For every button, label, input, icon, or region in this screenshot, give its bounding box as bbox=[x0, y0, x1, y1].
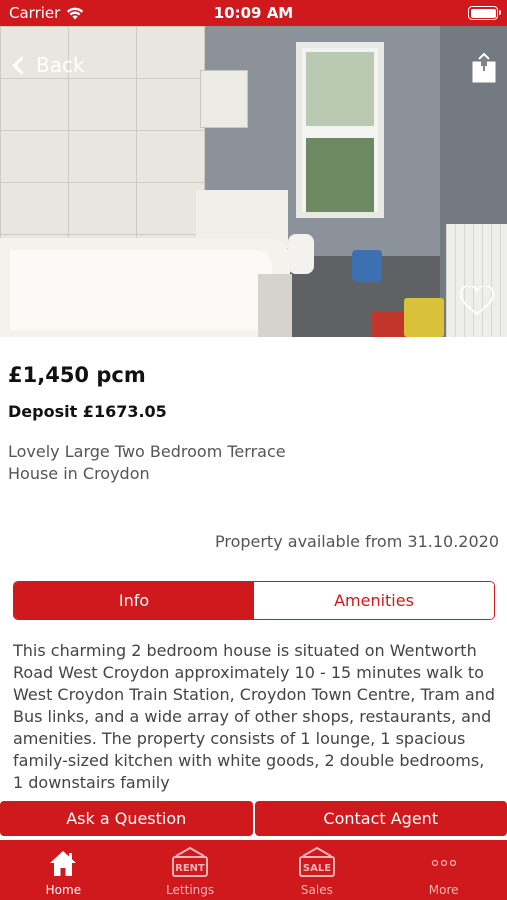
availability-date: Property available from 31.10.2020 bbox=[214, 532, 499, 551]
tab-lettings-label: Lettings bbox=[166, 883, 215, 897]
property-description: This charming 2 bedroom house is situate… bbox=[13, 641, 496, 792]
sale-sign-icon: SALE bbox=[298, 846, 335, 877]
tab-home-label: Home bbox=[45, 883, 82, 897]
home-icon bbox=[50, 851, 77, 876]
info-amenities-tabs: Info Amenities bbox=[13, 581, 495, 620]
ask-question-button[interactable]: Ask a Question bbox=[0, 801, 253, 836]
chevron-left-icon bbox=[12, 55, 31, 75]
back-button[interactable]: Back bbox=[10, 53, 85, 77]
tab-more-label: More bbox=[428, 883, 459, 897]
more-dots-icon bbox=[431, 859, 456, 867]
bottom-tab-bar: Home RENT Lettings SALE Sales More bbox=[0, 840, 507, 900]
deposit: Deposit £1673.05 bbox=[8, 402, 167, 421]
tab-amenities[interactable]: Amenities bbox=[254, 582, 494, 619]
share-icon[interactable] bbox=[471, 52, 497, 84]
tab-more[interactable]: More bbox=[380, 840, 507, 900]
tab-info[interactable]: Info bbox=[14, 582, 254, 619]
contact-agent-button[interactable]: Contact Agent bbox=[254, 801, 507, 836]
tab-sales[interactable]: SALE Sales bbox=[254, 840, 381, 900]
status-bar: Carrier 10:09 AM bbox=[0, 0, 507, 26]
price: £1,450 pcm bbox=[8, 363, 146, 387]
battery-icon bbox=[468, 6, 501, 20]
tab-sales-label: Sales bbox=[300, 883, 333, 897]
rent-sign-text: RENT bbox=[175, 863, 205, 874]
clock: 10:09 AM bbox=[213, 4, 294, 22]
sale-sign-text: SALE bbox=[303, 863, 331, 874]
tab-home[interactable]: Home bbox=[0, 840, 127, 900]
back-label: Back bbox=[36, 53, 85, 77]
rent-sign-icon: RENT bbox=[172, 846, 209, 877]
listing-title: Lovely Large Two Bedroom Terrace House i… bbox=[8, 442, 286, 483]
tab-lettings[interactable]: RENT Lettings bbox=[127, 840, 254, 900]
heart-icon[interactable] bbox=[459, 286, 495, 316]
action-bar: Ask a Question Contact Agent bbox=[0, 801, 507, 836]
